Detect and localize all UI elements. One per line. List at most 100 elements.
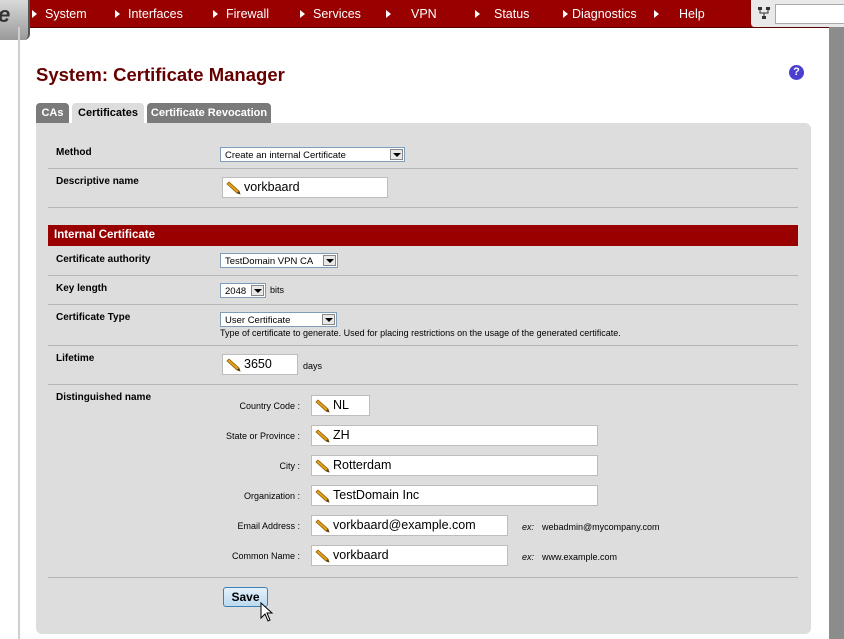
divider [48, 384, 798, 385]
ca-value: TestDomain VPN CA [225, 256, 314, 267]
menu-label: Help [679, 6, 705, 21]
state-value: ZH [333, 428, 350, 442]
key-length-value: 2048 [225, 286, 247, 297]
certificate-type-label: Certificate Type [56, 312, 131, 323]
lifetime-value: 3650 [244, 357, 272, 371]
menu-firewall[interactable]: Firewall [213, 0, 300, 27]
descriptive-name-label: Descriptive name [56, 176, 139, 187]
lifetime-label: Lifetime [56, 353, 95, 364]
menu-vpn[interactable]: VPN [386, 0, 475, 27]
divider [48, 168, 798, 169]
common-name-value: vorkbaard [333, 548, 389, 562]
descriptive-name-value: vorkbaard [244, 180, 300, 194]
common-name-input[interactable]: vorkbaard [311, 545, 508, 566]
menu-services[interactable]: Services [300, 0, 386, 27]
frame-left [18, 27, 20, 639]
menu-label: VPN [411, 6, 437, 21]
common-name-label: Common Name : [231, 551, 300, 561]
example-prefix: ex: [522, 522, 535, 532]
top-right-box [750, 0, 844, 27]
key-length-label: Key length [56, 283, 108, 294]
email-input[interactable]: vorkbaard@example.com [311, 515, 508, 536]
menu-label: Status [494, 6, 530, 21]
city-input[interactable]: Rotterdam [311, 455, 598, 476]
menu-label: Firewall [226, 6, 270, 21]
organization-value: TestDomain Inc [333, 488, 420, 502]
common-name-example-text: www.example.com [542, 552, 618, 562]
organization-input[interactable]: TestDomain Inc [311, 485, 598, 506]
pencil-icon [315, 399, 330, 413]
menu-label: Services [313, 6, 361, 21]
email-example-text: webadmin@mycompany.com [542, 522, 660, 532]
city-value: Rotterdam [333, 458, 392, 472]
ca-select[interactable]: TestDomain VPN CA [220, 253, 338, 268]
chevron-down-icon [323, 255, 336, 266]
certificate-type-select[interactable]: User Certificate [220, 312, 337, 327]
certificate-type-value: User Certificate [225, 315, 291, 326]
top-search-input[interactable] [775, 4, 844, 24]
pencil-icon [315, 519, 330, 533]
top-nav-bar: e System Interfaces Firewall Services VP… [0, 0, 844, 40]
pencil-icon [226, 358, 241, 372]
arrow-right-icon [115, 9, 120, 18]
divider [48, 275, 798, 276]
city-label: City : [279, 461, 300, 471]
state-label: State or Province : [225, 431, 300, 441]
lifetime-input[interactable]: 3650 [222, 354, 298, 375]
country-code-label: Country Code : [239, 401, 300, 411]
pencil-icon [315, 459, 330, 473]
method-select[interactable]: Create an internal Certificate [220, 147, 405, 162]
arrow-right-icon [32, 9, 37, 18]
menu-status[interactable]: Status [475, 0, 563, 27]
tab-certificate-revocation[interactable]: Certificate Revocation [147, 103, 271, 123]
common-name-example: ex: www.example.com [522, 552, 617, 562]
divider [48, 304, 798, 305]
email-value: vorkbaard@example.com [333, 518, 476, 532]
email-example: ex: webadmin@mycompany.com [522, 522, 660, 532]
divider [48, 345, 798, 346]
tab-certificates[interactable]: Certificates [72, 103, 144, 123]
main-menu: System Interfaces Firewall Services VPN … [32, 0, 724, 27]
organization-label: Organization : [243, 491, 300, 501]
menu-label: Diagnostics [572, 6, 637, 21]
menu-label: System [45, 6, 87, 21]
help-icon[interactable]: ? [789, 65, 804, 80]
key-length-select[interactable]: 2048 [220, 283, 266, 298]
method-label: Method [56, 147, 92, 158]
menu-interfaces[interactable]: Interfaces [115, 0, 213, 27]
chevron-down-icon [322, 314, 335, 325]
method-value: Create an internal Certificate [225, 150, 346, 161]
descriptive-name-input[interactable]: vorkbaard [222, 177, 388, 198]
menu-diagnostics[interactable]: Diagnostics [563, 0, 654, 27]
menu-label: Interfaces [128, 6, 183, 21]
lifetime-unit: days [303, 361, 323, 371]
country-code-value: NL [333, 398, 349, 412]
frame-right [829, 27, 844, 639]
menu-help[interactable]: Help [654, 0, 724, 27]
example-prefix: ex: [522, 552, 535, 562]
email-label: Email Address : [237, 521, 300, 531]
divider [48, 207, 798, 208]
pencil-icon [315, 549, 330, 563]
logo[interactable]: e [0, 0, 30, 40]
menu-system[interactable]: System [32, 0, 115, 27]
divider [48, 577, 798, 578]
arrow-right-icon [386, 9, 391, 18]
page-title: System: Certificate Manager [36, 64, 285, 85]
arrow-right-icon [563, 9, 568, 18]
network-icon[interactable] [757, 6, 771, 20]
arrow-right-icon [475, 9, 480, 18]
mouse-cursor-icon [260, 602, 274, 622]
chevron-down-icon [251, 285, 264, 296]
state-input[interactable]: ZH [311, 425, 598, 446]
internal-certificate-header: Internal Certificate [48, 225, 798, 246]
arrow-right-icon [654, 9, 659, 18]
pencil-icon [315, 429, 330, 443]
pencil-icon [315, 489, 330, 503]
country-code-input[interactable]: NL [311, 395, 370, 416]
chevron-down-icon [390, 149, 403, 160]
logo-text: e [0, 2, 10, 28]
distinguished-name-label: Distinguished name [56, 392, 152, 403]
tab-cas[interactable]: CAs [36, 103, 69, 123]
certificate-type-help: Type of certificate to generate. Used fo… [220, 328, 621, 338]
